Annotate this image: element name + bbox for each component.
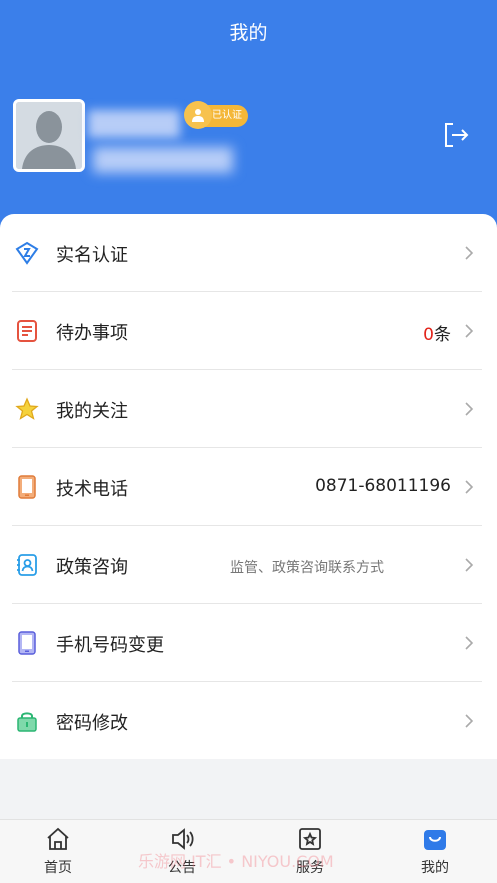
user-phone-blurred (93, 147, 233, 173)
menu-item-tech-phone[interactable]: 技术电话 0871-68011196 (0, 448, 497, 526)
chevron-right-icon (465, 714, 474, 728)
mobile-phone-icon (18, 631, 36, 655)
tab-profile[interactable]: 我的 (373, 820, 497, 883)
chevron-right-icon (465, 324, 474, 338)
menu-label: 待办事项 (56, 323, 128, 344)
page-title: 我的 (229, 22, 268, 44)
todo-count-unit: 条 (434, 325, 451, 345)
lock-icon (17, 712, 37, 732)
menu-item-real-name[interactable]: 实名认证 (0, 214, 497, 292)
avatar[interactable] (13, 99, 85, 172)
menu-label: 技术电话 (56, 479, 128, 500)
tech-phone-number: 0871-68011196 (315, 476, 451, 496)
contact-card-icon (17, 554, 37, 576)
chevron-right-icon (465, 246, 474, 260)
tab-home[interactable]: 首页 (0, 820, 120, 883)
menu-label: 我的关注 (56, 401, 128, 422)
home-icon (47, 827, 69, 850)
shield-id-icon (15, 241, 39, 265)
profile-bag-icon (424, 830, 446, 850)
menu-label: 政策咨询 (56, 557, 128, 578)
chevron-right-icon (465, 402, 474, 416)
todo-count-number: 0 (423, 325, 434, 345)
watermark: 乐游网 IT汇 • NIYOU.COM (138, 852, 334, 871)
menu-item-policy[interactable]: 政策咨询 监管、政策咨询联系方式 (0, 526, 497, 604)
tab-label: 首页 (44, 860, 72, 876)
user-name-blurred (88, 110, 180, 138)
verified-badge: 已认证 (184, 101, 248, 129)
verified-badge-label: 已认证 (212, 110, 242, 121)
menu-item-favorites[interactable]: 我的关注 (0, 370, 497, 448)
verified-user-icon (184, 101, 212, 129)
profile-header: 我的 已认证 (0, 0, 497, 240)
menu-label: 密码修改 (56, 713, 128, 734)
policy-description: 监管、政策咨询联系方式 (230, 560, 384, 576)
chevron-right-icon (465, 636, 474, 650)
avatar-placeholder-icon (16, 102, 82, 169)
chevron-right-icon (465, 480, 474, 494)
menu-item-todo[interactable]: 待办事项 0条 (0, 292, 497, 370)
menu-card: 实名认证 待办事项 0条 我的关注 技术电话 0871-68011196 政策咨… (0, 214, 497, 759)
tab-label: 我的 (421, 860, 449, 876)
menu-item-change-phone[interactable]: 手机号码变更 (0, 604, 497, 682)
logout-button[interactable] (441, 120, 471, 150)
chevron-right-icon (465, 558, 474, 572)
menu-item-change-password[interactable]: 密码修改 (0, 682, 497, 760)
phone-device-icon (18, 475, 36, 499)
menu-label: 实名认证 (56, 245, 128, 266)
menu-label: 手机号码变更 (56, 635, 164, 656)
todo-list-icon (17, 320, 37, 342)
star-icon (15, 397, 39, 420)
todo-count: 0条 (423, 320, 451, 345)
logout-icon (445, 123, 469, 147)
